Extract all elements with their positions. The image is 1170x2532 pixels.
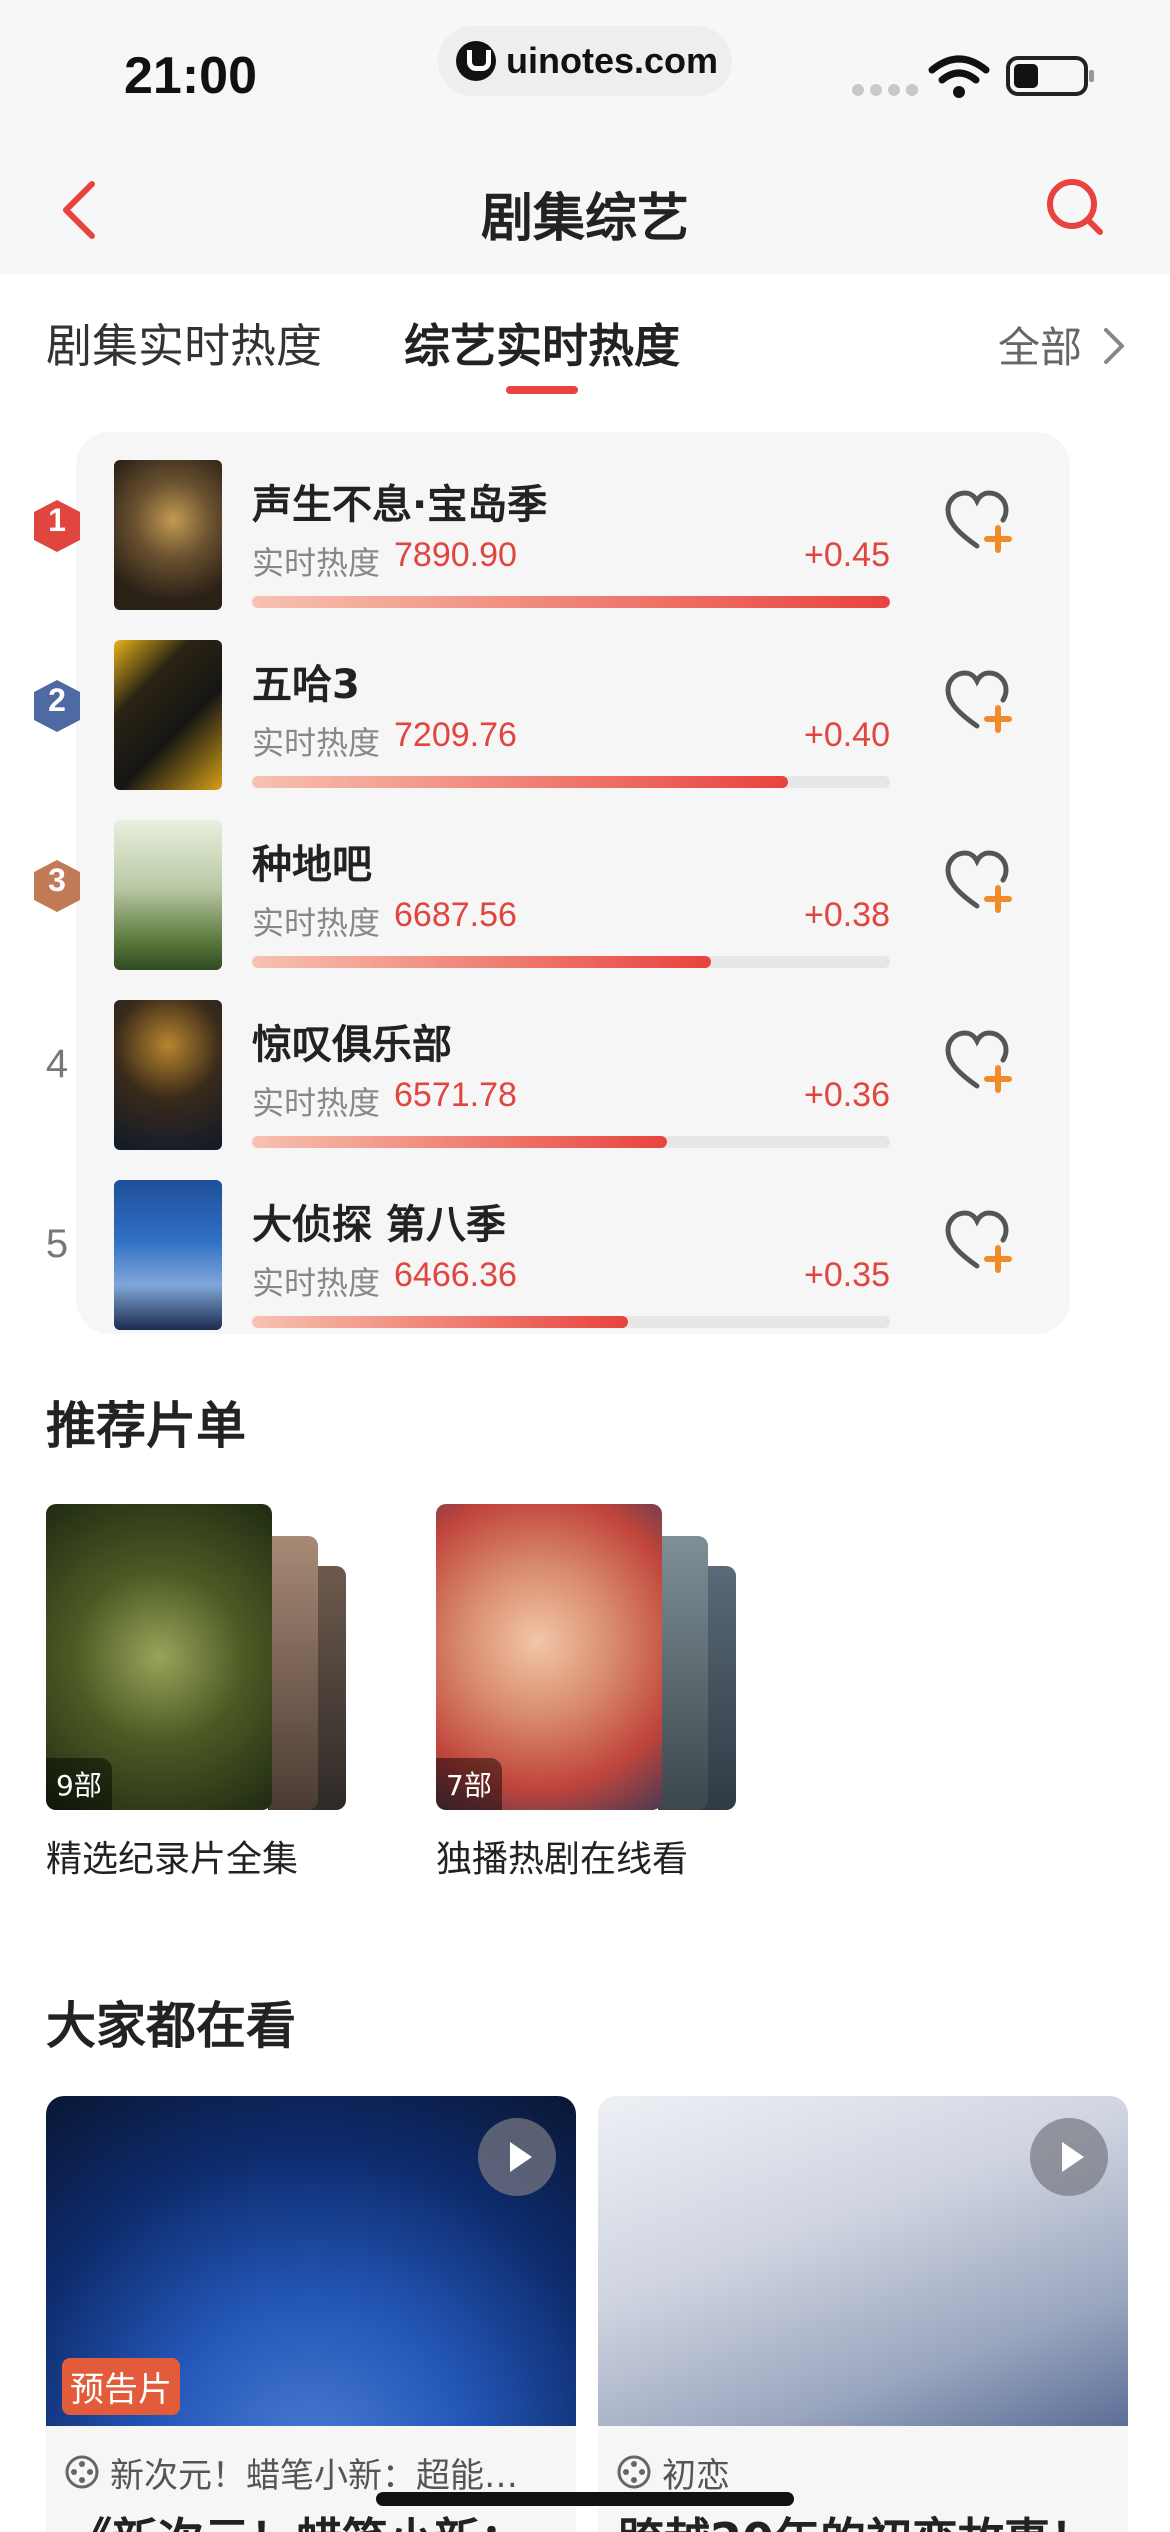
rank-number: 2	[48, 682, 66, 718]
ranking-item[interactable]: 4 惊叹俱乐部 实时热度 6571.78 +0.36	[0, 982, 1170, 1150]
rank-number: 1	[48, 502, 66, 538]
play-icon[interactable]	[1030, 2118, 1108, 2196]
url-pill[interactable]: uinotes.com	[438, 26, 732, 96]
show-poster	[114, 1180, 222, 1330]
episode-count-badge: 7部	[436, 1758, 502, 1810]
video-info: 新次元！蜡笔小新：超能… 《新次元！蜡笔小新：	[46, 2426, 576, 2532]
heart-plus-icon[interactable]	[944, 1208, 1014, 1274]
heat-bar	[252, 596, 890, 608]
show-title: 五哈3	[252, 662, 360, 708]
video-tag: 新次元！蜡笔小新：超能…	[110, 2456, 518, 2496]
status-time: 21:00	[124, 47, 257, 105]
status-bar: 21:00 uinotes.com	[0, 0, 1170, 140]
tab-variety-heat[interactable]: 综艺实时热度	[404, 310, 680, 376]
page-title: 剧集综艺	[480, 189, 689, 249]
video-title: 跨越20年的初恋故事！	[618, 2504, 1118, 2532]
ranking-item[interactable]: 2 五哈3 实时热度 7209.76 +0.40	[0, 622, 1170, 790]
cover-layer	[658, 1536, 708, 1810]
show-title: 声生不息·宝岛季	[252, 482, 548, 528]
heat-bar	[252, 1136, 890, 1148]
ranking-item[interactable]: 1 声生不息·宝岛季 实时热度 7890.90 +0.45	[0, 442, 1170, 610]
heat-bar	[252, 1316, 890, 1328]
show-title: 大侦探 第八季	[252, 1202, 506, 1248]
video-tag: 初恋	[662, 2456, 730, 2496]
chevron-right-icon[interactable]	[1102, 326, 1126, 366]
heat-delta: +0.35	[803, 1256, 890, 1294]
heat-value: 6571.78	[394, 1076, 517, 1114]
playlist-title: 独播热剧在线看	[436, 1839, 689, 1880]
active-tab-indicator	[506, 386, 578, 394]
show-poster	[114, 460, 222, 610]
view-all-link[interactable]: 全部	[998, 314, 1082, 375]
playlist-cover-stack: 9部	[46, 1504, 346, 1810]
video-info: 初恋 跨越20年的初恋故事！	[598, 2426, 1128, 2532]
heat-delta: +0.40	[803, 716, 890, 754]
heat-delta: +0.36	[803, 1076, 890, 1114]
nav-header: 剧集综艺	[0, 140, 1170, 274]
url-text: uinotes.com	[506, 40, 719, 81]
play-icon[interactable]	[478, 2118, 556, 2196]
heat-bar	[252, 776, 890, 788]
site-logo-icon	[456, 41, 496, 81]
film-reel-icon	[617, 2455, 651, 2489]
ranking-item[interactable]: 3 种地吧 实时热度 6687.56 +0.38	[0, 802, 1170, 970]
playlist-title: 精选纪录片全集	[46, 1839, 299, 1880]
heat-label: 实时热度	[252, 1084, 381, 1122]
heat-label: 实时热度	[252, 1264, 381, 1302]
playlist-cover-stack: 7部	[436, 1504, 736, 1810]
battery-icon	[1006, 56, 1094, 96]
heart-plus-icon[interactable]	[944, 668, 1014, 734]
video-card[interactable]: 预告片 新次元！蜡笔小新：超能… 《新次元！蜡笔小新：	[46, 2096, 576, 2532]
trailer-badge: 预告片	[62, 2358, 180, 2415]
show-poster	[114, 1000, 222, 1150]
playlist-cover: 9部	[46, 1504, 272, 1810]
heat-value: 6466.36	[394, 1256, 517, 1294]
recommend-section-title: 推荐片单	[46, 1397, 246, 1455]
playlist-card[interactable]: 9部 精选纪录片全集	[46, 1504, 366, 1880]
heat-label: 实时热度	[252, 724, 381, 762]
heat-value: 6687.56	[394, 896, 517, 934]
ranking-item[interactable]: 5 大侦探 第八季 实时热度 6466.36 +0.35	[0, 1162, 1170, 1330]
watching-section-title: 大家都在看	[46, 1997, 296, 2055]
heat-bar-fill	[252, 776, 788, 788]
search-icon[interactable]	[1044, 176, 1106, 238]
heart-plus-icon[interactable]	[944, 1028, 1014, 1094]
playlist-cover: 7部	[436, 1504, 662, 1810]
rank-number: 5	[45, 1222, 69, 1266]
heat-label: 实时热度	[252, 544, 381, 582]
signal-icon	[852, 84, 918, 96]
show-poster	[114, 640, 222, 790]
heat-bar-fill	[252, 1136, 667, 1148]
video-card[interactable]: 初恋 跨越20年的初恋故事！	[598, 2096, 1128, 2532]
episode-count-badge: 9部	[46, 1758, 112, 1810]
tab-drama-heat[interactable]: 剧集实时热度	[46, 310, 322, 376]
rank-number: 3	[48, 862, 66, 898]
cover-layer	[268, 1536, 318, 1810]
heat-bar-fill	[252, 596, 890, 608]
video-thumbnail: 预告片	[46, 2096, 576, 2426]
wifi-icon	[928, 55, 990, 98]
rank-number: 4	[45, 1042, 69, 1086]
heat-delta: +0.38	[803, 896, 890, 934]
film-reel-icon	[65, 2455, 99, 2489]
home-indicator	[376, 2492, 794, 2506]
show-title: 种地吧	[252, 842, 372, 888]
heart-plus-icon[interactable]	[944, 488, 1014, 554]
heat-delta: +0.45	[803, 536, 890, 574]
video-thumbnail	[598, 2096, 1128, 2426]
heat-bar	[252, 956, 890, 968]
playlist-card[interactable]: 7部 独播热剧在线看	[436, 1504, 756, 1880]
heat-bar-fill	[252, 956, 712, 968]
heart-plus-icon[interactable]	[944, 848, 1014, 914]
show-title: 惊叹俱乐部	[252, 1022, 452, 1068]
video-title: 《新次元！蜡笔小新：	[66, 2504, 566, 2532]
heat-value: 7209.76	[394, 716, 517, 754]
show-poster	[114, 820, 222, 970]
heat-bar-fill	[252, 1316, 629, 1328]
heat-label: 实时热度	[252, 904, 381, 942]
tab-bar: 剧集实时热度 综艺实时热度 全部	[0, 274, 1170, 414]
heat-value: 7890.90	[394, 536, 517, 574]
